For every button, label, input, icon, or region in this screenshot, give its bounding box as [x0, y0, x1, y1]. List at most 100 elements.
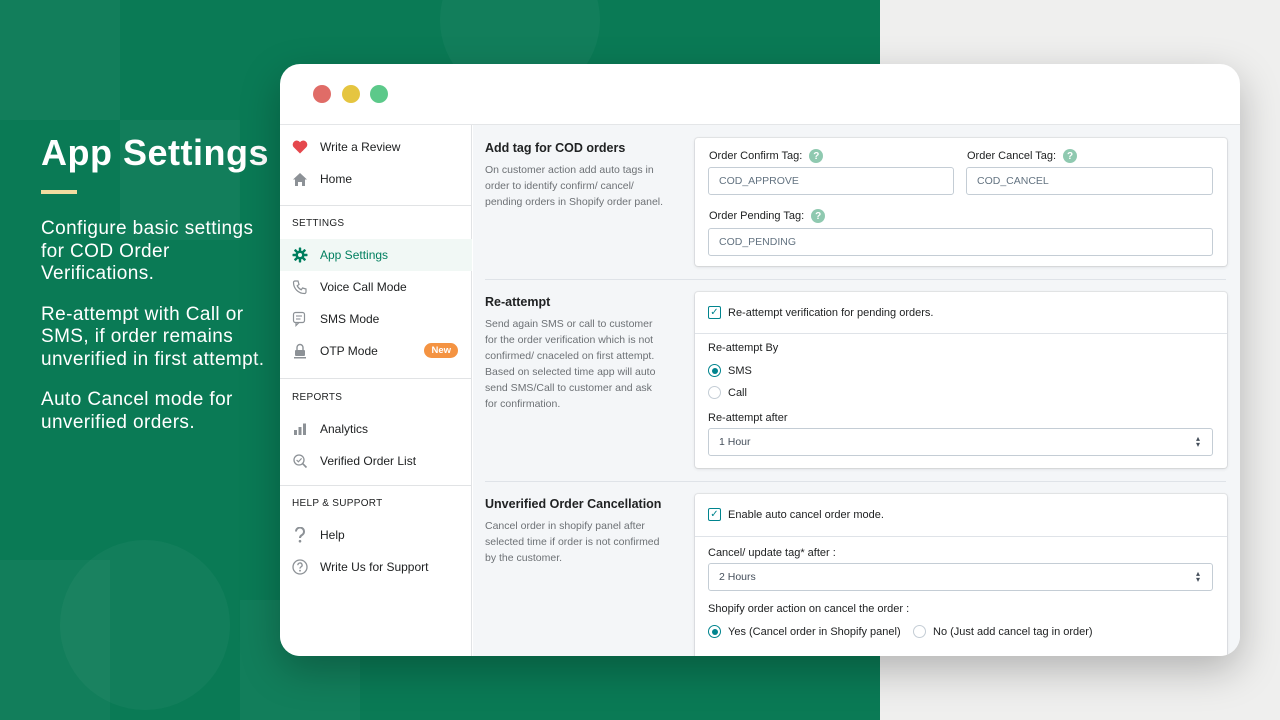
reattempt-after-select[interactable]: 1 Hour ▴ ▾: [708, 428, 1213, 456]
section-description-reattempt: Send again SMS or call to customer for t…: [485, 316, 667, 412]
question-circle-icon: [292, 559, 308, 575]
sidebar-item-home[interactable]: Home: [280, 163, 472, 195]
select-arrows-icon: ▴ ▾: [1195, 434, 1200, 449]
auto-cancel-checkbox[interactable]: ✓ Enable auto cancel order mode.: [708, 508, 884, 521]
sidebar-divider: [280, 205, 471, 206]
question-icon: [292, 527, 308, 543]
radio-unselected-icon: [913, 625, 926, 638]
order-confirm-tag-label-text: Order Confirm Tag:: [709, 150, 803, 162]
sidebar-item-write-review[interactable]: Write a Review: [280, 131, 472, 163]
sidebar-section-settings: SETTINGS: [292, 218, 345, 229]
reattempt-card: ✓ Re-attempt verification for pending or…: [695, 292, 1227, 468]
promo-line: Configure basic settings for COD Order V…: [41, 218, 254, 284]
section-description-cancellation: Cancel order in shopify panel after sele…: [485, 520, 660, 564]
select-value: 2 Hours: [719, 571, 756, 583]
sidebar-item-label: Write a Review: [320, 140, 401, 154]
select-value: 1 Hour: [719, 436, 751, 448]
auto-cancel-checkbox-label: Enable auto cancel order mode.: [728, 508, 884, 521]
select-arrows-icon: ▴ ▾: [1195, 569, 1200, 584]
checkbox-checked-icon: ✓: [708, 306, 721, 319]
sidebar-item-label: Write Us for Support: [320, 560, 429, 574]
section-description-tags: On customer action add auto tags in orde…: [485, 164, 664, 208]
reattempt-checkbox-label: Re-attempt verification for pending orde…: [728, 306, 934, 319]
bar-chart-icon: [292, 421, 308, 437]
order-pending-tag-label-text: Order Pending Tag:: [709, 210, 805, 222]
promo-panel: App Settings Configure basic settings fo…: [41, 132, 271, 452]
gear-icon: [292, 247, 308, 263]
sidebar-item-otp-mode[interactable]: OTP Mode New: [280, 335, 472, 367]
reattempt-by-call-radio[interactable]: Call: [708, 386, 747, 399]
sidebar-item-label: Home: [320, 172, 353, 186]
reattempt-description-text: Send again SMS or call to customer for t…: [485, 318, 655, 362]
radio-label: No (Just add cancel tag in order): [933, 625, 1093, 638]
cancel-action-yes-radio[interactable]: Yes (Cancel order in Shopify panel): [708, 625, 901, 638]
card-divider: [695, 536, 1227, 537]
radio-label: Yes (Cancel order in Shopify panel): [728, 625, 901, 638]
tags-card: Order Confirm Tag: ? COD_APPROVE Order C…: [695, 138, 1227, 266]
sidebar-item-label: OTP Mode: [320, 344, 378, 358]
sidebar-item-write-us-support[interactable]: Write Us for Support: [280, 551, 472, 583]
reattempt-after-label: Re-attempt after: [708, 412, 788, 424]
order-confirm-tag-input[interactable]: COD_APPROVE: [708, 167, 954, 195]
sidebar-item-analytics[interactable]: Analytics: [280, 413, 472, 445]
promo-accent-bar: [41, 190, 77, 194]
reattempt-checkbox[interactable]: ✓ Re-attempt verification for pending or…: [708, 306, 933, 319]
checkbox-checked-icon: ✓: [708, 508, 721, 521]
cancel-after-select[interactable]: 2 Hours ▴ ▾: [708, 563, 1213, 591]
radio-label: SMS: [728, 364, 752, 377]
sidebar-item-sms-mode[interactable]: SMS Mode: [280, 303, 472, 335]
reattempt-by-sms-radio[interactable]: SMS: [708, 364, 752, 377]
order-cancel-tag-label-text: Order Cancel Tag:: [967, 150, 1057, 162]
help-icon[interactable]: ?: [811, 209, 826, 223]
window-titlebar: [280, 64, 1240, 125]
promo-title: App Settings: [41, 132, 269, 173]
radio-label: Call: [728, 386, 747, 399]
sidebar-item-verified-order-list[interactable]: Verified Order List: [280, 445, 472, 477]
cancellation-card: ✓ Enable auto cancel order mode. Cancel/…: [695, 494, 1227, 656]
sidebar-item-label: Analytics: [320, 422, 369, 436]
sidebar-section-help-support: HELP & SUPPORT: [292, 498, 383, 509]
order-confirm-tag-label: Order Confirm Tag: ?: [709, 149, 824, 163]
order-cancel-tag-input[interactable]: COD_CANCEL: [966, 167, 1213, 195]
bg-pattern-tile: [0, 560, 110, 720]
radio-selected-icon: [708, 364, 721, 377]
cancel-after-label: Cancel/ update tag* after :: [708, 547, 836, 559]
reattempt-by-label: Re-attempt By: [708, 342, 779, 354]
help-icon[interactable]: ?: [809, 149, 824, 163]
section-title-cancellation: Unverified Order Cancellation: [485, 497, 662, 511]
promo-line: Re-attempt with Call or SMS, if order re…: [41, 303, 265, 370]
promo-line: Auto Cancel mode for unverified orders.: [41, 389, 233, 433]
card-divider: [695, 333, 1227, 334]
order-pending-tag-input[interactable]: COD_PENDING: [708, 228, 1213, 256]
order-cancel-tag-label: Order Cancel Tag: ?: [967, 149, 1078, 163]
sidebar-item-label: Help: [320, 528, 345, 542]
sidebar-item-voice-call-mode[interactable]: Voice Call Mode: [280, 271, 472, 303]
app-window: Write a Review Home SETTINGS App Setting…: [280, 64, 1240, 656]
sidebar: Write a Review Home SETTINGS App Setting…: [280, 125, 472, 656]
sidebar-divider: [280, 485, 471, 486]
sidebar-item-label: Verified Order List: [320, 454, 417, 468]
main-content: Add tag for COD orders On customer actio…: [473, 125, 1240, 656]
cancel-action-no-radio[interactable]: No (Just add cancel tag in order): [913, 625, 1093, 638]
lock-icon: [292, 343, 308, 359]
section-title-tags: Add tag for COD orders: [485, 141, 626, 155]
section-title-reattempt: Re-attempt: [485, 295, 551, 309]
help-icon[interactable]: ?: [1063, 149, 1078, 163]
sidebar-item-label: Voice Call Mode: [320, 280, 407, 294]
phone-icon: [292, 279, 308, 295]
new-badge: New: [424, 343, 458, 358]
window-minimize-button[interactable]: [342, 85, 360, 103]
verified-search-icon: [292, 453, 308, 469]
section-separator: [485, 481, 1226, 482]
window-maximize-button[interactable]: [370, 85, 388, 103]
sidebar-item-label: SMS Mode: [320, 312, 380, 326]
order-pending-tag-label: Order Pending Tag: ?: [709, 209, 826, 223]
radio-unselected-icon: [708, 386, 721, 399]
sidebar-section-reports: REPORTS: [292, 392, 343, 403]
home-icon: [292, 171, 308, 187]
reattempt-description-text-2: Based on selected time app will auto sen…: [485, 366, 656, 410]
window-close-button[interactable]: [313, 85, 331, 103]
sidebar-item-help[interactable]: Help: [280, 519, 472, 551]
sidebar-item-label: App Settings: [320, 248, 389, 262]
sidebar-item-app-settings[interactable]: App Settings: [280, 239, 472, 271]
